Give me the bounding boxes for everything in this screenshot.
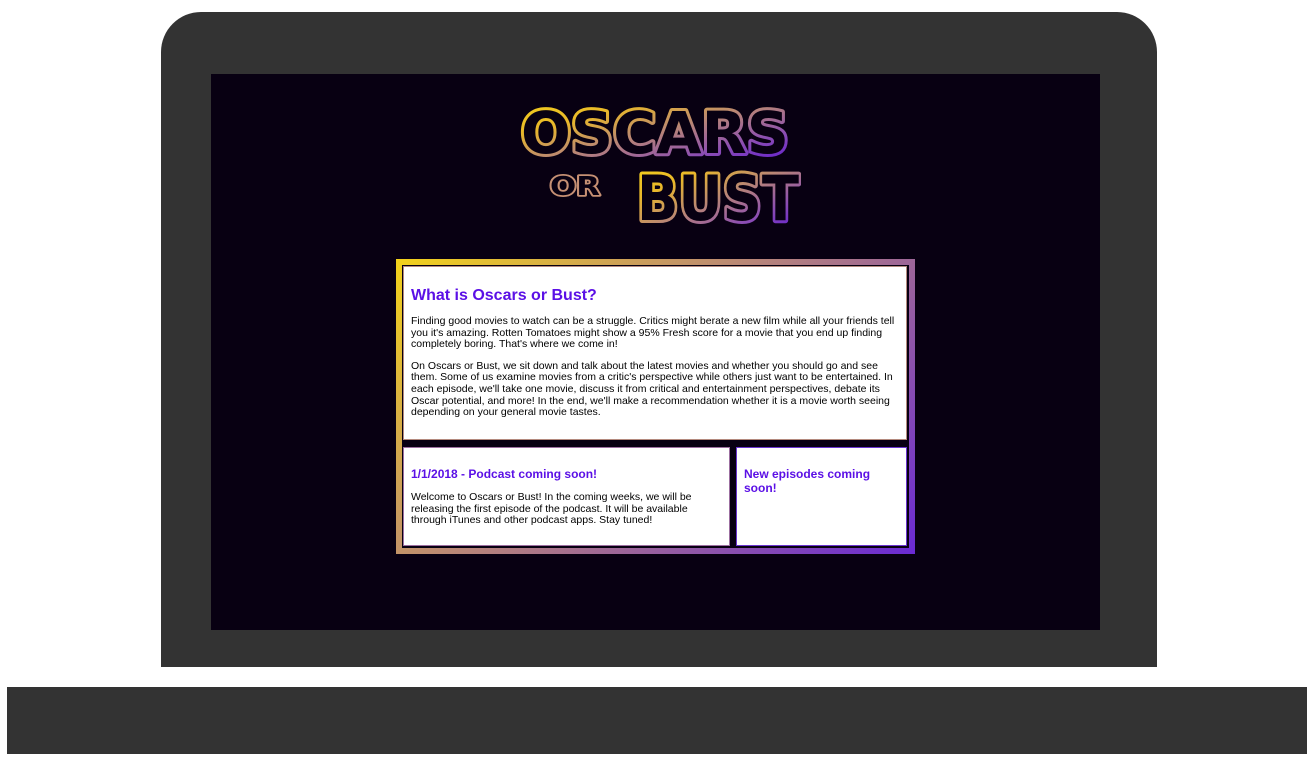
laptop-lid: OSCARS OR BUST What is Oscars or Bust? F… [161,12,1157,667]
logo-connector-or: OR [550,172,600,202]
intro-paragraph-1: Finding good movies to watch can be a st… [411,315,895,351]
news-section: 1/1/2018 - Podcast coming soon! Welcome … [403,447,730,546]
episodes-heading: New episodes coming soon! [744,467,871,495]
oscars-or-bust-logo: OSCARS OR BUST [518,98,801,228]
logo-line-oscars: OSCARS [521,99,789,167]
news-heading: 1/1/2018 - Podcast coming soon! [411,467,598,481]
logo-line-bust: BUST [637,162,799,228]
content-container: What is Oscars or Bust? Finding good mov… [402,265,909,548]
laptop-base [7,687,1307,754]
intro-heading: What is Oscars or Bust? [411,287,597,304]
episodes-section: New episodes coming soon! [736,447,907,546]
content-frame: What is Oscars or Bust? Finding good mov… [396,259,915,554]
news-body: Welcome to Oscars or Bust! In the coming… [411,491,692,527]
intro-paragraph-2: On Oscars or Bust, we sit down and talk … [411,359,893,419]
laptop-screen: OSCARS OR BUST What is Oscars or Bust? F… [211,74,1100,630]
intro-section: What is Oscars or Bust? Finding good mov… [403,266,907,440]
